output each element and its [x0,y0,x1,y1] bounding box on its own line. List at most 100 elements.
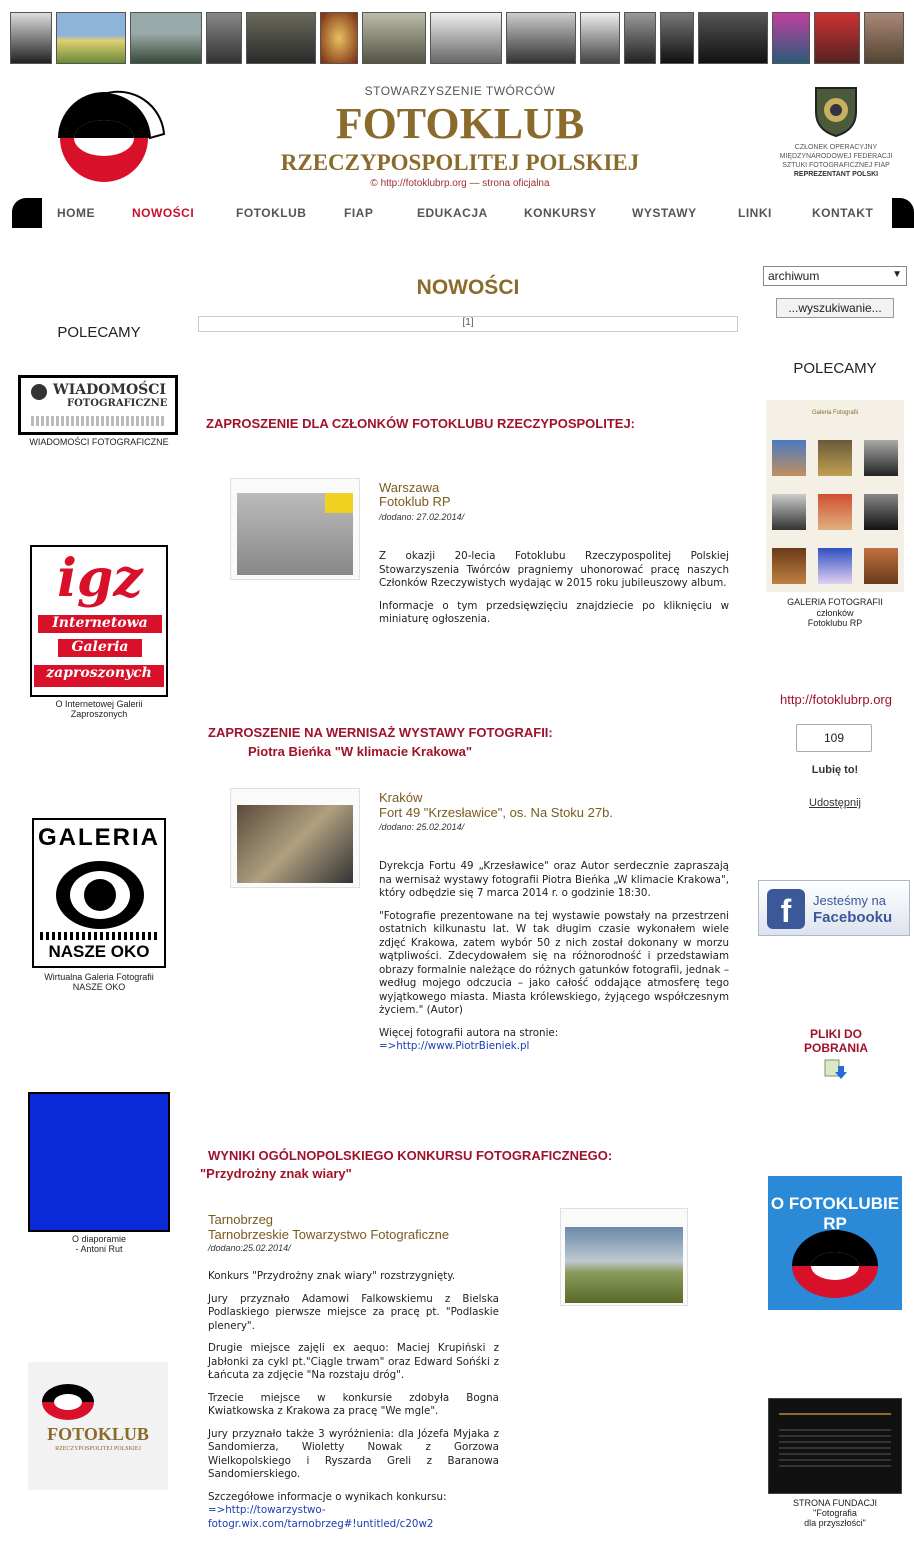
gallery-banner[interactable]: Galeria Fotografii [766,400,904,592]
search-button[interactable]: ...wyszukiwanie... [776,298,894,318]
article-3-location: Tarnobrzeg [208,1212,274,1227]
nav-fiap[interactable]: FIAP [344,206,373,220]
left-recommended-heading: POLECAMY [57,324,141,341]
article-1-paragraph-1: Z okazji 20-lecia Fotoklubu Rzeczypospol… [379,550,729,589]
igz-caption-2: Zaproszonych [70,709,128,719]
fiap-badge-block[interactable]: CZŁONEK OPERACYJNY MIĘDZYNARODOWEJ FEDER… [768,82,904,188]
fotoklub-banner[interactable]: FOTOKLUB RZECZYPOSPOLITEJ POLSKIEJ [28,1362,168,1490]
nav-edukacja[interactable]: EDUKACJA [417,206,488,220]
like-counter: 109 [796,724,872,752]
article-3-date: /dodano:25.02.2014/ [208,1243,291,1253]
strip-photo[interactable] [506,12,576,64]
pagination[interactable]: [1] [198,316,738,332]
article-1-date: /dodano: 27.02.2014/ [379,512,465,522]
facebook-banner-line-2: Facebooku [813,909,893,926]
strip-photo[interactable] [206,12,242,64]
strip-photo[interactable] [320,12,358,64]
foundation-caption-3: dla przyszłości" [804,1518,866,1528]
fotoklub-banner-sub: RZECZYPOSPOLITEJ POLSKIEJ [55,1446,141,1452]
nasze-oko-bottom: NASZE OKO [48,942,150,961]
downloads-label-2[interactable]: POBRANIA [766,1041,906,1055]
badge-decoration [325,493,353,513]
nasze-oko-banner[interactable]: GALERIA NASZE OKO [32,818,166,968]
fiap-line-4: REPREZENTANT POLSKI [793,171,879,178]
site-url-link[interactable]: http://fotoklubrp.org [762,692,910,707]
header-title: FOTOKLUB [335,99,585,148]
header-url-note: © http://fotoklubrp.org — strona oficjal… [370,178,550,189]
nav-home[interactable]: HOME [57,206,95,220]
banner-decoration [779,1429,891,1469]
strip-photo[interactable] [362,12,426,64]
wiadomosci-banner-text: WIADOMOŚCI [53,382,166,398]
share-link[interactable]: Udostępnij [790,797,880,809]
igz-banner-line-2: Galeria [58,639,142,657]
gallery-banner-title: Galeria Fotografii [811,410,859,416]
article-2-heading: ZAPROSZENIE NA WERNISAŻ WYSTAWY FOTOGRAF… [208,725,553,740]
strip-photo[interactable] [864,12,904,64]
strip-photo[interactable] [660,12,694,64]
article-1-image-frame[interactable] [230,478,360,580]
strip-photo[interactable] [130,12,202,64]
photo-strip [0,0,914,70]
strip-photo[interactable] [246,12,316,64]
article-3-image-frame[interactable] [560,1208,688,1306]
strip-photo[interactable] [814,12,860,64]
nav-wystawy[interactable]: WYSTAWY [632,206,697,220]
nasze-oko-caption-1: Wirtualna Galeria Fotografii [44,972,154,982]
page-title: NOWOŚCI [416,276,520,299]
right-recommended-heading: POLECAMY [793,360,877,377]
igz-banner-logo: igz [57,548,143,609]
fiap-emblem-icon [815,87,857,138]
article-2-link[interactable]: =>http://www.PiotrBieniek.pl [379,1040,729,1054]
downloads-label-1[interactable]: PLIKI DO [766,1027,906,1041]
article-1-body: Z okazji 20-lecia Fotoklubu Rzeczypospol… [379,550,729,636]
article-3-link-2[interactable]: fotogr.wix.com/tarnobrzeg#!untitled/c20w… [208,1518,499,1532]
article-3-link-1[interactable]: =>http://towarzystwo- [208,1504,499,1518]
article-3-paragraph-2: Jury przyznało Adamowi Falkowskiemu z Bi… [208,1292,499,1332]
chevron-down-icon: ▼ [892,269,902,280]
strip-photo[interactable] [56,12,126,64]
nav-nowosci[interactable]: NOWOŚCI [132,206,194,220]
gallery-thumbnail [864,440,898,476]
eye-icon [56,861,144,929]
facebook-banner[interactable]: f Jesteśmy na Facebooku [758,880,910,936]
facebook-banner-line-1: Jesteśmy na [813,893,886,908]
strip-photo[interactable] [580,12,620,64]
strip-photo[interactable] [430,12,502,64]
nav-kontakt[interactable]: KONTAKT [812,206,873,220]
strip-photo[interactable] [10,12,52,64]
wiadomosci-banner[interactable]: WIADOMOŚCI FOTOGRAFICZNE [18,375,178,435]
article-1-org: Fotoklub RP [379,494,451,509]
download-icon[interactable] [824,1058,848,1080]
article-3-paragraph-5: Jury przyznało także 3 wyróżnienia: dla … [208,1427,499,1481]
igz-caption-1: O Internetowej Galerii [55,699,143,709]
strip-photo[interactable] [698,12,768,64]
article-1-thumbnail[interactable] [237,493,353,575]
like-button[interactable]: Lubię to! [790,764,880,776]
gallery-thumbnail [772,494,806,530]
camera-icon [31,384,47,400]
article-2-org: Fort 49 "Krzesławice", os. Na Stoku 27b. [379,805,613,820]
article-2-paragraph-1: Dyrekcja Fortu 49 „Krzesławice" oraz Aut… [379,860,729,899]
nav-linki[interactable]: LINKI [738,206,772,220]
fotoklub-logo[interactable] [40,88,168,188]
diaporama-banner[interactable] [28,1092,170,1232]
nav-fotoklub[interactable]: FOTOKLUB [236,206,306,220]
about-fotoklub-banner[interactable]: O FOTOKLUBIE RP [768,1176,902,1310]
article-3-thumbnail[interactable] [565,1227,683,1303]
archive-select[interactable]: archiwum ▼ [763,266,907,286]
fotoklub-logo-icon [792,1230,878,1298]
nav-konkursy[interactable]: KONKURSY [524,206,597,220]
nav-cap-right [892,198,914,228]
strip-photo[interactable] [772,12,810,64]
article-2-thumbnail[interactable] [237,805,353,883]
foundation-banner[interactable] [768,1398,902,1494]
diaporama-caption-2: - Antoni Rut [75,1244,123,1254]
article-2-image-frame[interactable] [230,788,360,888]
gallery-thumbnail [818,548,852,584]
gallery-caption-3: Fotoklubu RP [807,618,863,628]
gallery-thumbnail [818,494,852,530]
article-2-date: /dodano: 25.02.2014/ [379,822,465,832]
strip-photo[interactable] [624,12,656,64]
igz-banner[interactable]: igz Internetowa Galeria zaproszonych [30,545,168,697]
